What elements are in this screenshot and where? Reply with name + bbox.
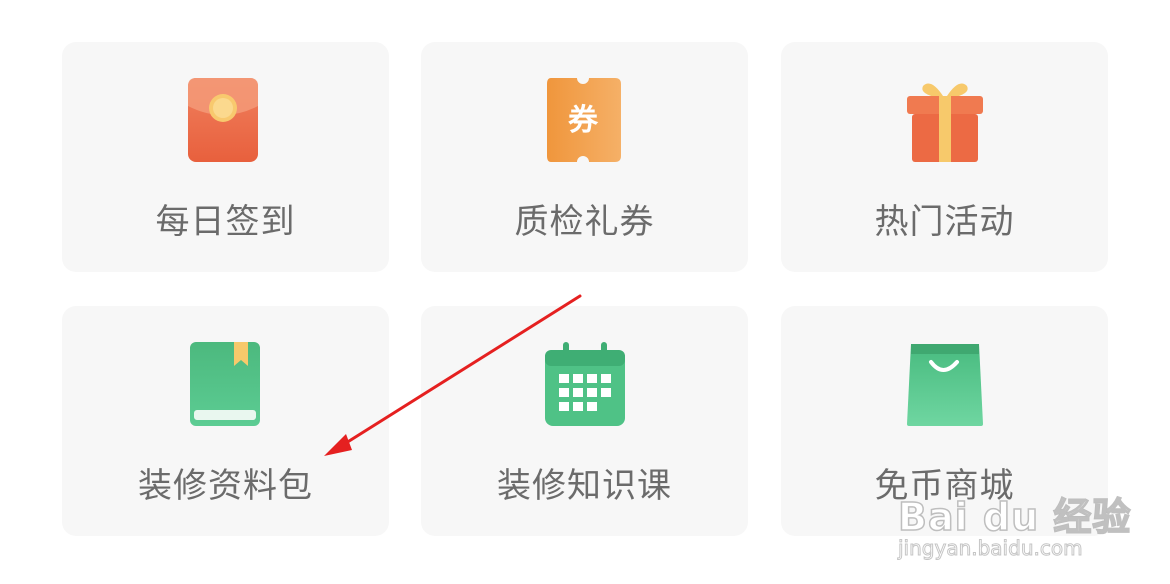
calendar-icon	[544, 342, 625, 426]
baidu-watermark: Bai du 经验 jingyan.baidu.com	[897, 486, 1131, 576]
tile-label: 热门活动	[874, 202, 1015, 242]
gift-box-icon	[906, 83, 983, 162]
coupon-icon: 券	[546, 78, 621, 162]
tile-label: 每日签到	[155, 202, 296, 242]
tile-decoration-course[interactable]: 装修知识课	[421, 306, 748, 536]
tile-label: 质检礼券	[514, 202, 655, 242]
watermark-brand: Bai du 经验	[897, 494, 1132, 540]
tile-daily-checkin[interactable]: 每日签到	[62, 42, 389, 272]
tile-decoration-materials[interactable]: 装修资料包	[62, 306, 389, 536]
book-icon	[189, 342, 260, 426]
watermark-url: jingyan.baidu.com	[898, 536, 1084, 561]
tile-label: 装修资料包	[138, 466, 313, 506]
tile-label: 装修知识课	[497, 466, 672, 506]
coupon-icon-text: 券	[568, 103, 599, 138]
feature-grid-screen: 每日签到 券 质检礼券 热门活动 装修资料包 装修知识课 免币商城 Bai du…	[0, 0, 1170, 584]
red-envelope-icon	[187, 78, 258, 162]
shopping-bag-icon	[906, 344, 983, 426]
tile-hot-events[interactable]: 热门活动	[781, 42, 1108, 272]
tile-inspection-coupon[interactable]: 券 质检礼券	[421, 42, 748, 272]
